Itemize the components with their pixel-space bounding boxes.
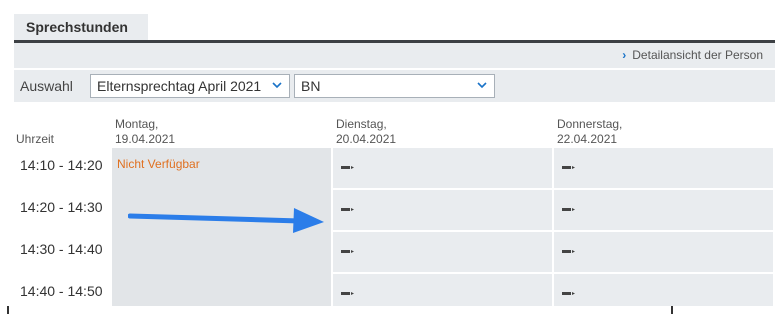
day-header-dienstag: Dienstag, 20.04.2021 xyxy=(336,117,396,147)
slot-marker-icon xyxy=(562,292,575,295)
detail-link-label: Detailansicht der Person xyxy=(632,48,763,62)
day-weekday: Dienstag, xyxy=(336,117,387,131)
day-date: 19.04.2021 xyxy=(115,132,176,146)
tab-title: Sprechstunden xyxy=(26,19,128,35)
annotation-arrow-icon xyxy=(128,208,324,233)
slot-marker-icon xyxy=(562,166,575,169)
chevron-down-icon xyxy=(272,82,282,89)
slot-marker-icon xyxy=(341,208,354,211)
slot-donnerstag-1[interactable] xyxy=(554,148,773,188)
time-cell: 14:30 - 14:40 xyxy=(14,232,110,272)
slot-donnerstag-3[interactable] xyxy=(554,232,773,272)
detail-bar: › Detailansicht der Person xyxy=(14,43,775,68)
slot-marker-icon xyxy=(341,250,354,253)
unavailable-label: Nicht Verfügbar xyxy=(117,157,200,171)
day-header-monday: Montag, 19.04.2021 xyxy=(115,117,175,147)
person-select-value: BN xyxy=(301,78,321,94)
event-select-value: Elternsprechtag April 2021 xyxy=(97,78,262,94)
person-select[interactable]: BN xyxy=(294,74,495,98)
day-weekday: Montag, xyxy=(115,117,159,131)
edge-tick xyxy=(671,306,673,314)
slot-donnerstag-4[interactable] xyxy=(554,274,773,306)
day-date: 22.04.2021 xyxy=(557,132,618,146)
slot-marker-icon xyxy=(341,166,354,169)
slot-dienstag-1[interactable] xyxy=(333,148,552,188)
time-cell: 14:20 - 14:30 xyxy=(14,190,110,230)
tab-sprechstunden[interactable]: Sprechstunden xyxy=(14,14,148,41)
day-weekday: Donnerstag, xyxy=(557,117,623,131)
day-header-donnerstag: Donnerstag, 22.04.2021 xyxy=(557,117,622,147)
event-select[interactable]: Elternsprechtag April 2021 xyxy=(90,74,290,98)
slot-dienstag-4[interactable] xyxy=(333,274,552,306)
chevron-right-icon: › xyxy=(622,48,627,62)
detail-link[interactable]: › Detailansicht der Person xyxy=(622,48,763,62)
slot-marker-icon xyxy=(562,250,575,253)
slot-dienstag-3[interactable] xyxy=(333,232,552,272)
slot-dienstag-2[interactable] xyxy=(333,190,552,230)
time-column-header: Uhrzeit xyxy=(16,132,55,146)
chevron-down-icon xyxy=(477,82,487,89)
slot-marker-icon xyxy=(341,292,354,295)
time-cell: 14:10 - 14:20 xyxy=(14,148,110,188)
time-cell: 14:40 - 14:50 xyxy=(14,274,110,306)
edge-tick xyxy=(7,306,9,314)
slot-marker-icon xyxy=(562,208,575,211)
selection-bar: Auswahl Elternsprechtag April 2021 BN xyxy=(14,70,775,102)
day-date: 20.04.2021 xyxy=(336,132,397,146)
auswahl-label: Auswahl xyxy=(20,78,73,94)
slot-donnerstag-2[interactable] xyxy=(554,190,773,230)
